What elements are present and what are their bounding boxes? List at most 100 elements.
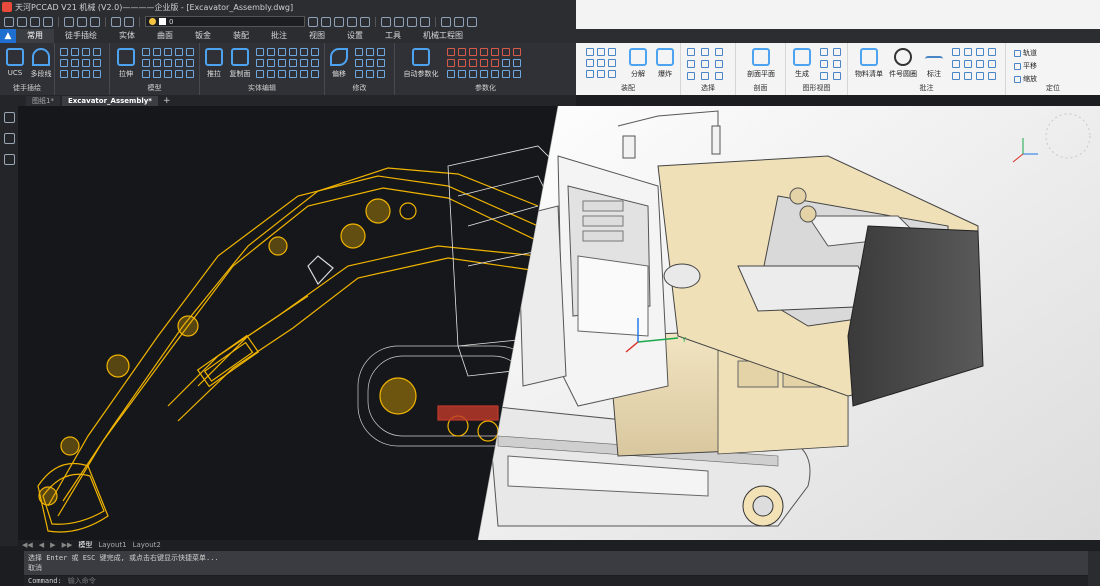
drawing-viewport[interactable]: Y [18,106,1100,540]
new-file-icon[interactable] [4,16,14,27]
cone-icon[interactable] [164,48,172,56]
base-view-icon[interactable] [820,48,828,56]
interfere-icon[interactable] [311,70,319,78]
center-mark-icon[interactable] [952,72,960,80]
move-face-icon[interactable] [256,48,264,56]
update-view-icon[interactable] [820,72,828,80]
aligned-dim-icon[interactable] [513,59,521,67]
detail-view-icon[interactable] [833,60,841,68]
tab-tools[interactable]: 工具 [374,29,412,43]
linetype-icon[interactable] [360,16,370,27]
layout-tab-layout1[interactable]: Layout1 [98,541,126,549]
symmetric-icon[interactable] [480,59,488,67]
circle-icon[interactable] [71,48,79,56]
view-cube-icon[interactable] [381,16,391,27]
loft-icon[interactable] [175,59,183,67]
move-icon[interactable] [355,48,363,56]
undo-icon[interactable] [111,16,121,27]
sweep-icon[interactable] [164,59,172,67]
angle-dim-icon[interactable] [964,60,972,68]
insert-icon[interactable] [597,70,605,78]
select-loop-icon[interactable] [701,60,709,68]
orbit-button[interactable]: 轨道 [1014,48,1037,58]
smooth-icon[interactable] [469,59,477,67]
text-icon[interactable] [976,48,984,56]
replace-comp-icon[interactable] [608,48,616,56]
tab-mech-drawing[interactable]: 机械工程图 [412,29,474,43]
sphere-icon[interactable] [175,48,183,56]
fillet-icon[interactable] [377,59,385,67]
parallel-icon[interactable] [491,48,499,56]
ellipse-icon[interactable] [60,59,68,67]
fix-comp-icon[interactable] [608,70,616,78]
command-input[interactable]: 输入命令 [68,576,96,586]
insert-comp-icon[interactable] [586,48,594,56]
collinear-icon[interactable] [458,48,466,56]
first-layout-icon[interactable]: ◀◀ [22,541,33,549]
gdt-icon[interactable] [988,60,996,68]
select-all-icon[interactable] [715,72,723,80]
coincident-icon[interactable] [447,48,455,56]
thicken-icon[interactable] [289,70,297,78]
tab-solid[interactable]: 实体 [108,29,146,43]
param-manager-icon[interactable] [502,70,510,78]
delete-face-icon[interactable] [300,48,308,56]
imprint-icon[interactable] [278,59,286,67]
delete-constraints-icon[interactable] [513,70,521,78]
hide-constraints-icon[interactable] [491,70,499,78]
tangent-icon[interactable] [458,59,466,67]
help-icon[interactable] [467,16,477,27]
color-face-icon[interactable] [311,48,319,56]
tab-settings[interactable]: 设置 [336,29,374,43]
scale-icon[interactable] [366,70,374,78]
chamfer-edge-icon[interactable] [267,59,275,67]
extrude-button[interactable]: 拉伸 [112,48,140,79]
color-edges-icon[interactable] [278,70,286,78]
match-prop-icon[interactable] [321,16,331,27]
edit-view-icon[interactable] [833,72,841,80]
plot-icon[interactable] [90,16,100,27]
diameter-dim-icon[interactable] [458,70,466,78]
layer-dropdown[interactable]: 0 [145,16,305,27]
select-chain-icon[interactable] [715,60,723,68]
model-tree-icon[interactable] [3,133,15,144]
angular-dim-icon[interactable] [469,70,477,78]
color-icon[interactable] [347,16,357,27]
table-icon[interactable] [988,72,996,80]
radius-icon[interactable] [952,60,960,68]
proj-view-icon[interactable] [833,48,841,56]
cylinder-icon[interactable] [153,48,161,56]
pan-button[interactable]: 平移 [1014,61,1037,71]
command-line[interactable]: Command: 输入命令 [24,576,1088,586]
explode-comp-button[interactable]: 分解 [624,48,652,79]
properties-icon[interactable] [3,112,15,123]
create-comp-icon[interactable] [597,48,605,56]
datum-icon[interactable] [976,72,984,80]
exploded-view-button[interactable]: 爆炸 [651,48,679,79]
open-file-icon[interactable] [17,16,27,27]
prev-layout-icon[interactable]: ◀ [39,541,44,549]
linear-dim-icon[interactable] [502,59,510,67]
copy-edges-icon[interactable] [267,70,275,78]
wedge-icon[interactable] [142,59,150,67]
tab-home[interactable]: 常用 [16,29,54,43]
horizontal-icon[interactable] [513,48,521,56]
shell-icon[interactable] [186,70,194,78]
doc-tab-drawing1[interactable]: 图纸1* [26,96,60,106]
constraint-icon[interactable] [586,59,594,67]
app-menu-button[interactable]: ▲ [0,29,16,43]
array-icon[interactable] [377,70,385,78]
perpendicular-icon[interactable] [502,48,510,56]
arc-icon[interactable] [82,48,90,56]
check-icon[interactable] [311,59,319,67]
box-icon[interactable] [142,48,150,56]
save-as-icon[interactable] [43,16,53,27]
union-icon[interactable] [142,70,150,78]
auto-param-button[interactable]: 自动参数化 [401,48,441,79]
bom-button[interactable]: 物料清单 [852,48,886,79]
doc-tab-excavator[interactable]: Excavator_Assembly* [61,96,158,106]
rotate-face-icon[interactable] [267,48,275,56]
tab-view[interactable]: 视图 [298,29,336,43]
hatch-icon[interactable] [93,59,101,67]
balloon-button[interactable]: 件号圆圈 [886,48,920,79]
